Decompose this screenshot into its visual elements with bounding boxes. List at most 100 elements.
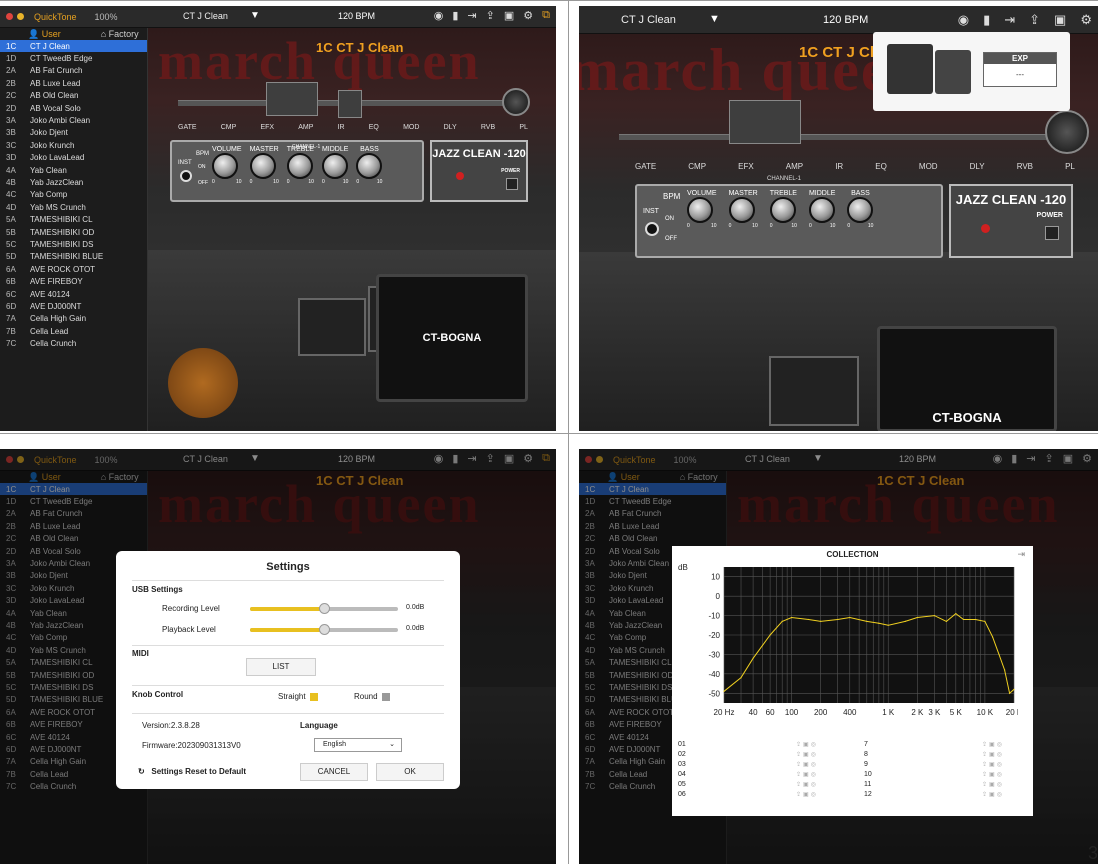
knob-straight-option[interactable]: Straight [278,692,318,701]
amp-block[interactable] [266,82,318,116]
collection-slot[interactable]: 04 ⇪▣◎ [678,771,828,779]
knob-dial[interactable] [728,197,755,223]
preset-list-item[interactable]: 4D Yab MS Crunch [0,201,147,213]
settings-reset-button[interactable]: ↻ Settings Reset to Default [138,767,246,776]
slot-action-icons[interactable]: ⇪▣◎ [796,781,818,788]
upload-icon[interactable]: ⇪ [1029,12,1040,28]
knob-treble[interactable]: TREBLE 0 10 [286,146,314,185]
ir-block[interactable] [338,90,362,118]
preset-list-item[interactable]: 7C Cella Crunch [0,337,147,349]
cabinet-block[interactable]: CT-BOGNA [877,326,1057,431]
round-checkbox[interactable] [381,692,390,701]
preset-list-item[interactable]: 7B Cella Lead [0,325,147,337]
chain-block-rvb[interactable]: RVB [1017,162,1033,171]
preset-list-item[interactable]: 6A AVE ROCK OTOT [0,263,147,275]
pl-speaker[interactable] [502,88,530,116]
knob-master[interactable]: MASTER 0 10 [249,146,279,185]
slot-action-icons[interactable]: ⇪▣◎ [796,741,818,748]
knob-dial[interactable] [356,153,383,179]
knob-volume[interactable]: VOLUME 0 10 [687,190,717,229]
input-jack[interactable] [180,170,192,182]
chain-block-ir[interactable]: IR [338,124,345,131]
chevron-down-icon[interactable]: ▼ [709,13,720,25]
slider-thumb[interactable] [319,603,330,614]
preset-list-item[interactable]: 1C CT J Clean [0,40,147,53]
chain-block-efx[interactable]: EFX [260,124,274,131]
knob-dial[interactable] [847,197,874,223]
knob-treble[interactable]: TREBLE 0 10 [769,190,797,229]
collection-slot[interactable]: 05 ⇪▣◎ [678,781,828,789]
knob-dial[interactable] [769,197,796,223]
save-icon[interactable]: ▣ [504,9,514,22]
knob-dial[interactable] [808,197,835,223]
chain-block-pl[interactable]: PL [1065,162,1075,171]
preset-list-item[interactable]: 3D Joko LavaLead [0,152,147,164]
connect-icon[interactable]: ⧉ [542,9,550,22]
collection-slot[interactable]: 01 ⇪▣◎ [678,741,828,749]
preset-list-item[interactable]: 3C Joko Krunch [0,139,147,151]
preset-list-item[interactable]: 2B AB Luxe Lead [0,77,147,89]
slot-action-icons[interactable]: ⇪▣◎ [982,771,1004,778]
preset-list-item[interactable]: 3B Joko Djent [0,127,147,139]
chain-block-gate[interactable]: GATE [178,124,197,131]
collection-slot[interactable]: 10 ⇪▣◎ [864,771,1014,779]
preset-list-item[interactable]: 6D AVE DJ000NT [0,300,147,312]
slot-action-icons[interactable]: ⇪▣◎ [982,741,1004,748]
knob-bass[interactable]: BASS 0 10 [847,190,874,229]
pl-speaker[interactable] [1045,110,1089,154]
exit-icon[interactable]: ⇥ [1017,549,1025,560]
recording-level-slider[interactable] [250,603,398,614]
midi-list-button[interactable]: LIST [246,658,316,676]
knob-dial[interactable] [687,197,713,223]
preset-list-item[interactable]: 4B Yab JazzClean [0,176,147,188]
knob-master[interactable]: MASTER 0 10 [728,190,758,229]
preset-list-item[interactable]: 1D CT TweedB Edge [0,52,147,64]
chain-block-eq[interactable]: EQ [369,124,379,131]
chevron-down-icon[interactable]: ▼ [250,10,260,21]
chain-block-cmp[interactable]: CMP [221,124,237,131]
collection-slot[interactable]: 06 ⇪▣◎ [678,791,828,799]
knob-round-option[interactable]: Round [354,692,390,701]
pedal-icon[interactable]: ▮ [983,12,990,28]
knob-volume[interactable]: VOLUME 0 10 [212,146,242,185]
preset-list-item[interactable]: 5C TAMESHIBIKI DS [0,238,147,250]
preset-list-item[interactable]: 5D TAMESHIBIKI BLUE [0,251,147,263]
bpm-display-zoomed[interactable]: 120 BPM [823,14,868,26]
chain-block-ir[interactable]: IR [835,162,843,171]
chain-block-pl[interactable]: PL [519,124,528,131]
collection-slot[interactable]: 12 ⇪▣◎ [864,791,1014,799]
preset-list-item[interactable]: 2A AB Fat Crunch [0,65,147,77]
collection-slot[interactable]: 7 ⇪▣◎ [864,741,1014,749]
chain-block-cmp[interactable]: CMP [688,162,706,171]
knob-middle[interactable]: MIDDLE 0 10 [808,190,835,229]
collection-slot[interactable]: 02 ⇪▣◎ [678,751,828,759]
slot-action-icons[interactable]: ⇪▣◎ [796,791,818,798]
slot-action-icons[interactable]: ⇪▣◎ [796,751,818,758]
slider-thumb[interactable] [319,624,330,635]
preset-list-item[interactable]: 2D AB Vocal Solo [0,102,147,114]
preset-selector-zoomed[interactable]: CT J Clean [621,14,676,26]
tuner-icon[interactable]: ◉ [958,12,969,28]
power-switch[interactable] [1045,226,1059,240]
knob-dial[interactable] [212,153,238,179]
chain-block-amp[interactable]: AMP [786,162,803,171]
ok-button[interactable]: OK [376,763,444,781]
exp-assignment[interactable]: EXP --- [983,52,1057,87]
upload-icon[interactable]: ⇪ [486,9,495,22]
chain-block-gate[interactable]: GATE [635,162,656,171]
chain-block-dly[interactable]: DLY [444,124,457,131]
language-select[interactable]: English ⌄ [314,738,402,752]
slot-action-icons[interactable]: ⇪▣◎ [982,791,1004,798]
chain-block-amp[interactable]: AMP [298,124,313,131]
slot-action-icons[interactable]: ⇪▣◎ [982,781,1004,788]
preset-list-item[interactable]: 4A Yab Clean [0,164,147,176]
collection-slot[interactable]: 03 ⇪▣◎ [678,761,828,769]
pedal-icon[interactable]: ▮ [452,9,458,22]
collection-slot[interactable]: 9 ⇪▣◎ [864,761,1014,769]
preset-list-item[interactable]: 3A Joko Ambi Clean [0,114,147,126]
chain-block-rvb[interactable]: RVB [481,124,495,131]
preset-list-item[interactable]: 5A TAMESHIBIKI CL [0,213,147,225]
preset-list-item[interactable]: 6C AVE 40124 [0,288,147,300]
knob-dial[interactable] [249,153,276,179]
chain-block-eq[interactable]: EQ [875,162,887,171]
